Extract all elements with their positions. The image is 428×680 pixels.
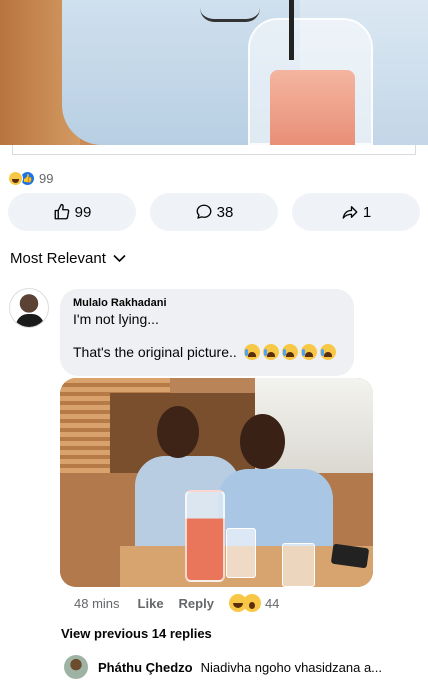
comment-time[interactable]: 48 mins xyxy=(74,596,120,611)
comment-bubble[interactable]: Mulalo Rakhadani I'm not lying... That's… xyxy=(60,289,354,376)
reply-text: Niadivha ngoho vhasidzana a... xyxy=(200,659,383,675)
photo-pitcher xyxy=(185,490,225,582)
man-head xyxy=(240,414,285,469)
reply-author[interactable]: Pháthu Çhedzo xyxy=(98,660,193,675)
photo-straw xyxy=(289,0,294,60)
photo-drink xyxy=(270,70,355,145)
wow-reaction-icon xyxy=(242,594,261,612)
crying-emoji-icon xyxy=(243,344,260,360)
post-card-border xyxy=(12,145,416,155)
comment-reply-button[interactable]: Reply xyxy=(179,596,214,611)
comment-meta: 48 mins Like Reply 44 xyxy=(74,594,279,612)
thumbs-up-icon xyxy=(54,203,69,220)
crying-emoji-icon xyxy=(281,344,298,360)
chevron-down-icon xyxy=(113,254,126,263)
reactions-summary[interactable]: 👍 99 xyxy=(8,171,53,186)
share-button[interactable]: 1 xyxy=(292,193,420,231)
reactions-count: 99 xyxy=(39,171,54,186)
comment-text-line1: I'm not lying... xyxy=(73,311,159,327)
haha-reaction-icon xyxy=(8,171,23,186)
photo-glasses xyxy=(200,0,260,22)
share-count: 1 xyxy=(362,203,372,221)
comment-icon xyxy=(196,204,212,219)
post-actions: 99 38 1 xyxy=(8,193,422,231)
comment-reaction-count: 44 xyxy=(264,595,280,611)
comment-like-button[interactable]: Like xyxy=(138,596,164,611)
like-button[interactable]: 99 xyxy=(8,193,136,231)
comment-button[interactable]: 38 xyxy=(150,193,278,231)
photo-glass xyxy=(226,528,256,578)
crying-emoji-icon xyxy=(262,344,279,360)
crying-emoji-icon xyxy=(319,344,336,360)
post-photo[interactable] xyxy=(0,0,428,145)
share-icon xyxy=(342,206,358,219)
commenter-avatar[interactable] xyxy=(9,288,49,328)
comment-text-line2-label: That's the original picture.. xyxy=(73,344,237,360)
woman-head xyxy=(157,406,199,458)
comment-text-line2: That's the original picture.. xyxy=(73,344,341,360)
comment-reactions[interactable]: 44 xyxy=(228,594,280,612)
sort-label: Most Relevant xyxy=(10,250,106,267)
comments-sort-dropdown[interactable]: Most Relevant xyxy=(10,250,126,267)
photo-glass xyxy=(282,543,315,587)
view-previous-replies-link[interactable]: View previous 14 replies xyxy=(61,626,212,641)
comment-photo[interactable] xyxy=(60,378,373,587)
like-count: 99 xyxy=(74,203,92,221)
comment-count: 38 xyxy=(216,203,234,221)
reply-preview[interactable]: Pháthu Çhedzo Niadivha ngoho vhasidzana … xyxy=(64,655,424,679)
reply-avatar[interactable] xyxy=(64,655,88,679)
crying-emoji-icon xyxy=(300,344,317,360)
comment-author[interactable]: Mulalo Rakhadani xyxy=(73,297,341,309)
avatar-body xyxy=(16,314,44,327)
